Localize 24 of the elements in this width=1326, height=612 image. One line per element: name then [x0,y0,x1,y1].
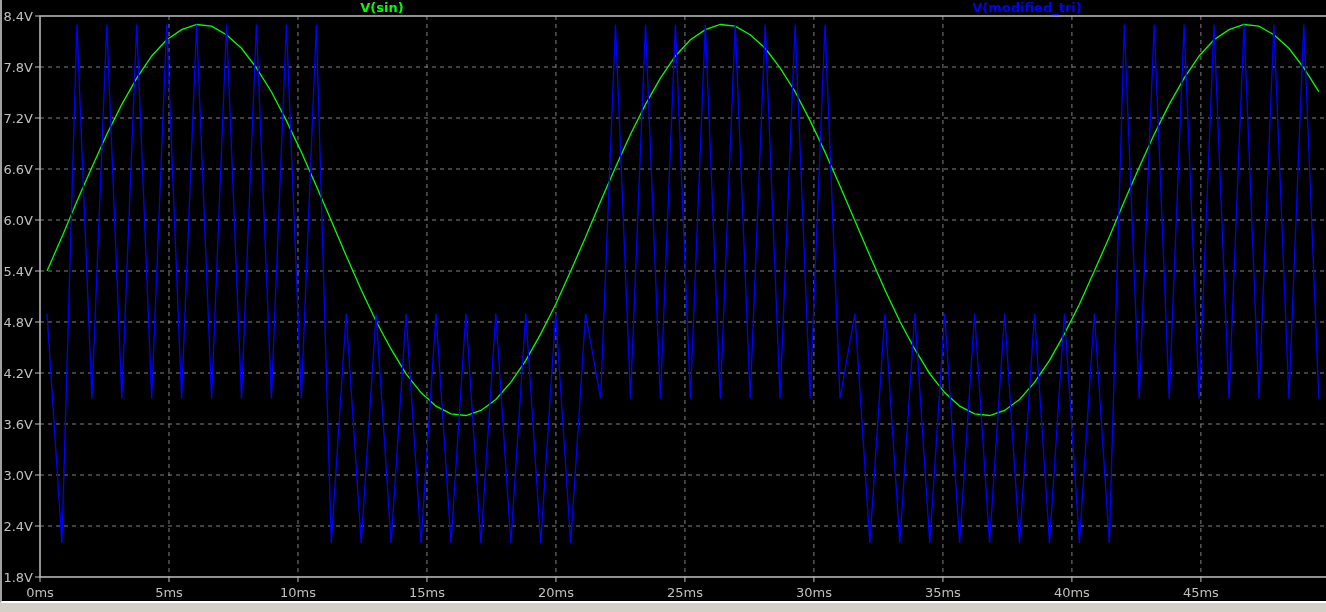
axis-tick-label: 15ms [408,585,445,600]
axis-tick-label: 2.4V [3,519,33,534]
axis-tick-label: 7.8V [3,60,33,75]
axis-tick-label: 4.2V [3,366,33,381]
axis-tick-label: 20ms [537,585,574,600]
axis-tick-label: 30ms [795,585,832,600]
trace-label: V(modified_tri) [972,0,1082,15]
axis-tick-label: 6.0V [3,213,33,228]
axis-tick-label: 7.2V [3,111,33,126]
axis-tick-label: 10ms [280,585,316,600]
axis-tick-label: 45ms [1182,585,1219,600]
axis-tick-label: 3.6V [3,417,33,432]
axis-tick-label: 40ms [1053,585,1090,600]
axis-tick-label: 8.4V [3,9,33,24]
trace-label: V(sin) [360,0,404,15]
axis-tick-label: 1.8V [3,570,33,585]
axis-tick-label: 0ms [26,585,54,600]
axis-tick-label: 3.0V [3,468,33,483]
axis-tick-label: 6.6V [3,162,33,177]
axis-tick-label: 5ms [155,585,183,600]
axis-tick-label: 4.8V [3,315,33,330]
axis-tick-label: 35ms [924,585,961,600]
axis-tick-label: 25ms [666,585,703,600]
axis-tick-label: 5.4V [3,264,33,279]
